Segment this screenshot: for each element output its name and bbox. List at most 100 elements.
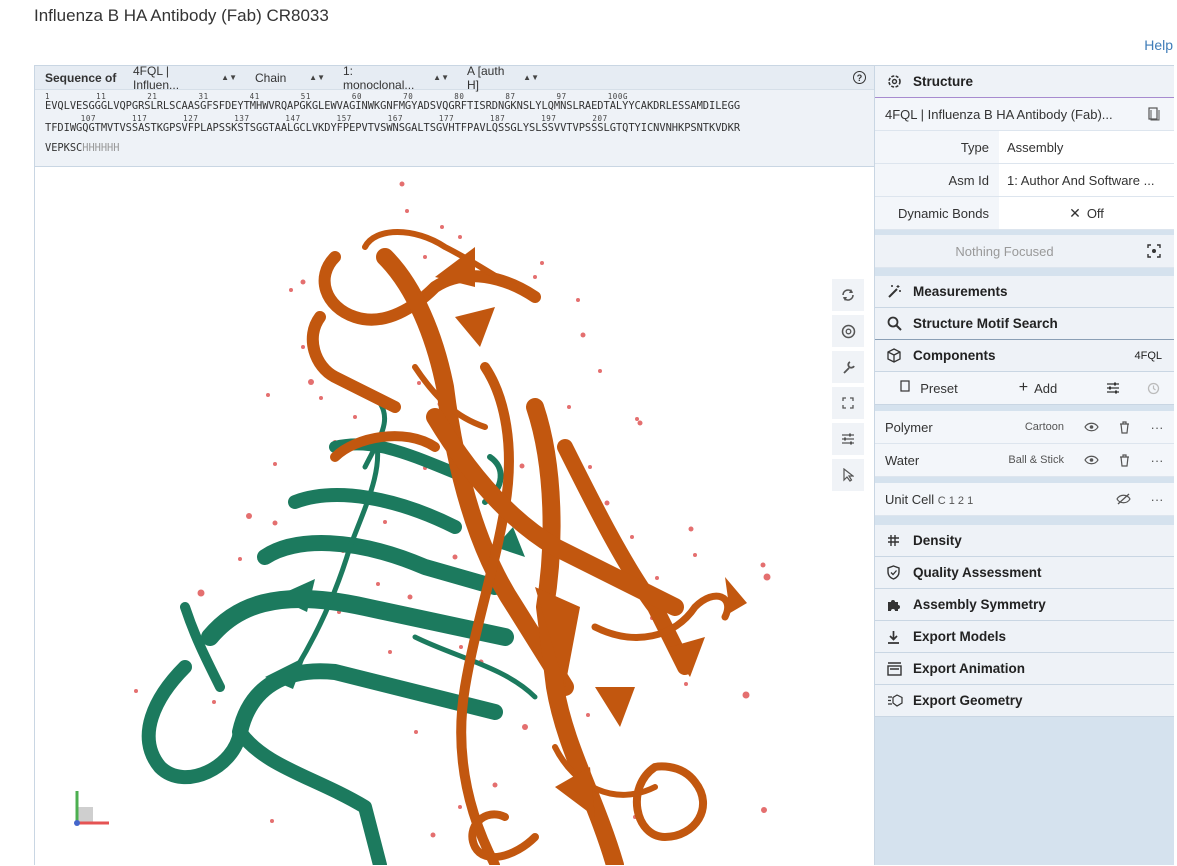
dynamic-bonds-label: Dynamic Bonds [897, 205, 989, 221]
trash-icon[interactable] [1108, 420, 1140, 434]
updown-icon: ▲▼ [523, 73, 539, 82]
more-icon[interactable]: ··· [1140, 420, 1174, 435]
focus-label: Nothing Focused [955, 243, 1054, 259]
gear-icon [887, 74, 909, 89]
structure-entry-row[interactable]: 4FQL | Influenza B HA Antibody (Fab)... [875, 98, 1174, 131]
divider [875, 268, 1174, 276]
measurements-header[interactable]: Measurements [875, 276, 1174, 308]
add-label: Add [1034, 380, 1058, 396]
export-models-header[interactable]: Export Models [875, 621, 1174, 653]
help-icon[interactable]: ? [853, 71, 866, 84]
mode-select-value: Chain [255, 70, 287, 85]
more-icon[interactable]: ··· [1140, 453, 1174, 468]
sequence-label: Sequence of [45, 70, 117, 85]
type-select[interactable]: Assembly [999, 131, 1174, 163]
export-models-title: Export Models [913, 629, 1007, 644]
grid-icon [887, 534, 909, 547]
download-icon [887, 630, 909, 644]
history-icon[interactable] [1133, 382, 1173, 395]
entry-select[interactable]: 4FQL | Influen... ▲▼ [125, 63, 245, 92]
focus-target-icon[interactable] [1134, 244, 1174, 258]
chain-select-value: A [auth H] [467, 63, 505, 92]
eye-off-icon[interactable] [1106, 493, 1140, 505]
magic-wand-icon [887, 284, 909, 299]
help-link[interactable]: Help [1144, 37, 1173, 53]
export-geometry-header[interactable]: Export Geometry [875, 685, 1174, 717]
3d-canvas[interactable] [35, 167, 874, 865]
search-icon [887, 316, 909, 331]
eye-icon[interactable] [1074, 455, 1108, 465]
asm-select[interactable]: 1: Author And Software ... [999, 164, 1174, 196]
quality-title: Quality Assessment [913, 565, 1042, 580]
component-unit-cell[interactable]: Unit Cell C 1 2 1 ··· [875, 483, 1174, 516]
dynamic-bonds-value: Off [1086, 205, 1104, 221]
bookmark-icon[interactable] [1134, 107, 1174, 121]
preset-button[interactable]: Preset [875, 380, 983, 396]
entity-select-value: 1: monoclonal... [343, 63, 415, 92]
sequence-body[interactable]: 1 11 21 31 41 51 60 70 80 87 97 100G EVQ… [35, 90, 874, 160]
components-title: Components [913, 348, 996, 363]
settings-sliders-icon[interactable] [832, 423, 864, 455]
quality-header[interactable]: Quality Assessment [875, 557, 1174, 589]
geometry-icon [887, 694, 909, 707]
unit-cell-spacegroup: C 1 2 1 [937, 494, 974, 507]
sequence-line[interactable]: EVQLVESGGGLVQPGRSLRLSCAASGFSFDEYTMHWVRQA… [45, 101, 864, 115]
structure-header[interactable]: Structure [875, 66, 1174, 98]
sequence-header: Sequence of 4FQL | Influen... ▲▼ Chain ▲▼ … [35, 63, 874, 92]
fullscreen-icon[interactable] [832, 387, 864, 419]
component-name: Water [885, 452, 920, 468]
component-repr[interactable]: Ball & Stick [995, 454, 1074, 466]
viewport-toolbar [832, 279, 864, 495]
eye-icon[interactable] [1074, 422, 1108, 432]
chain-select[interactable]: A [auth H] ▲▼ [459, 63, 547, 92]
structure-entry: 4FQL | Influenza B HA Antibody (Fab)... [885, 106, 1113, 122]
sequence-line[interactable]: TFDIWGQGTMVTVSSASTKGPSVFPLAPSSKSTSGGTAAL… [45, 123, 864, 137]
components-badge: 4FQL [1134, 349, 1162, 362]
wrench-icon[interactable] [832, 351, 864, 383]
symmetry-title: Assembly Symmetry [913, 597, 1046, 612]
component-polymer[interactable]: Polymer Cartoon ··· [875, 411, 1174, 444]
unit-cell-name: Unit Cell [885, 491, 935, 507]
entry-select-value: 4FQL | Influen... [133, 63, 180, 92]
more-icon[interactable]: ··· [1140, 492, 1174, 507]
entity-select[interactable]: 1: monoclonal... ▲▼ [335, 63, 457, 92]
screenshot-icon[interactable] [832, 315, 864, 347]
measurements-title: Measurements [913, 284, 1008, 299]
density-header[interactable]: Density [875, 525, 1174, 557]
components-actions: Preset + Add [875, 372, 1174, 405]
components-header[interactable]: Components 4FQL [875, 340, 1174, 372]
cursor-icon[interactable] [832, 459, 864, 491]
sequence-segment: VEPKSC [45, 142, 83, 154]
component-repr[interactable]: Cartoon [995, 421, 1074, 433]
sequence-line[interactable]: VEPKSCHHHHHH [45, 143, 864, 157]
shield-icon [887, 565, 909, 580]
type-label: Type [960, 139, 989, 155]
updown-icon: ▲▼ [433, 73, 449, 82]
updown-icon: ▲▼ [221, 73, 237, 82]
add-button[interactable]: + Add [983, 379, 1093, 397]
motif-search-header[interactable]: Structure Motif Search [875, 308, 1174, 340]
export-animation-title: Export Animation [913, 661, 1026, 676]
export-geometry-title: Export Geometry [913, 693, 1023, 708]
sliders-icon[interactable] [1093, 382, 1133, 394]
symmetry-header[interactable]: Assembly Symmetry [875, 589, 1174, 621]
bookmark-icon [900, 380, 912, 396]
page-title: Influenza B HA Antibody (Fab) CR8033 [34, 6, 329, 25]
close-icon: ✕ [1069, 204, 1081, 221]
motif-search-title: Structure Motif Search [913, 316, 1058, 331]
dynamic-bonds-row: Dynamic Bonds ✕ Off [875, 197, 1174, 230]
sequence-panel: Sequence of 4FQL | Influen... ▲▼ Chain ▲▼ … [35, 63, 874, 167]
dynamic-bonds-toggle[interactable]: ✕ Off [999, 197, 1174, 229]
export-animation-header[interactable]: Export Animation [875, 653, 1174, 685]
reset-camera-icon[interactable] [832, 279, 864, 311]
preset-label: Preset [920, 380, 958, 396]
component-water[interactable]: Water Ball & Stick ··· [875, 444, 1174, 477]
trash-icon[interactable] [1108, 453, 1140, 467]
asm-label: Asm Id [948, 172, 989, 188]
controls-panel: Structure 4FQL | Influenza B HA Antibody… [874, 66, 1174, 865]
sequence-segment-tag: HHHHHH [82, 142, 120, 154]
structure-title: Structure [913, 74, 974, 89]
molstar-viewer: Sequence of 4FQL | Influen... ▲▼ Chain ▲▼ … [34, 63, 1174, 865]
mode-select[interactable]: Chain ▲▼ [247, 66, 333, 89]
focus-row: Nothing Focused [875, 235, 1174, 268]
